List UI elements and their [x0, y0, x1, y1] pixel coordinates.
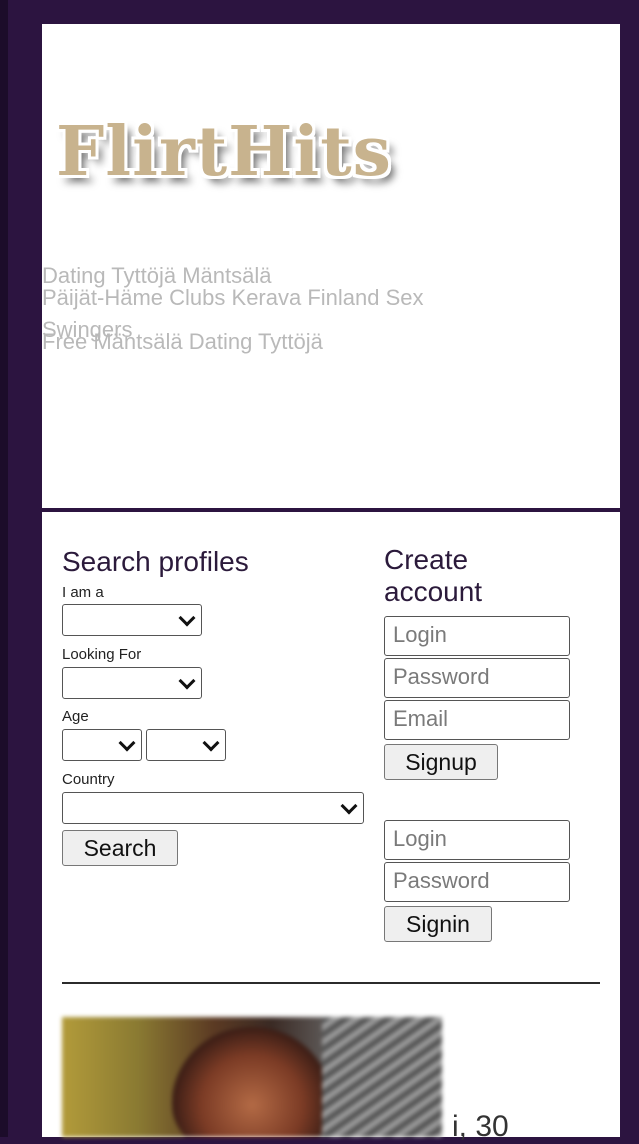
i-am-select[interactable]: [62, 604, 202, 636]
photo-background: [322, 1017, 442, 1137]
page-left-edge: [0, 0, 8, 1137]
profile-face: [172, 1027, 332, 1137]
signin-login-input[interactable]: Login: [384, 820, 570, 860]
i-am-label: I am a: [62, 584, 104, 601]
age-min-select[interactable]: [62, 729, 142, 761]
search-profiles-title: Search profiles: [62, 546, 249, 577]
country-label: Country: [62, 771, 115, 788]
seo-link-4[interactable]: Free Mäntsälä Dating Tyttöjä: [42, 330, 323, 354]
chevron-down-icon: [118, 734, 136, 752]
country-select[interactable]: [62, 792, 364, 824]
signin-password-input[interactable]: Password: [384, 862, 570, 902]
age-max-select[interactable]: [146, 729, 226, 761]
age-label: Age: [62, 708, 89, 725]
site-logo[interactable]: FlirtHits: [56, 112, 392, 192]
chevron-down-icon: [340, 797, 358, 815]
signup-button[interactable]: Signup: [384, 744, 498, 780]
signup-email-input[interactable]: Email: [384, 700, 570, 740]
chevron-down-icon: [178, 609, 196, 627]
site-header: FlirtHits Dating Tyttöjä Mäntsälä Päijät…: [42, 24, 620, 508]
looking-for-label: Looking For: [62, 646, 142, 663]
profile-photo[interactable]: [62, 1017, 442, 1137]
profile-meta: i, 30: [452, 1110, 509, 1143]
seo-link-2[interactable]: Päijät-Häme Clubs Kerava Finland Sex: [42, 286, 424, 310]
signup-password-input[interactable]: Password: [384, 658, 570, 698]
looking-for-select[interactable]: [62, 667, 202, 699]
main-content: Search profiles I am a Looking For Age C…: [42, 512, 620, 1143]
search-button[interactable]: Search: [62, 830, 178, 866]
create-account-title: Create account: [384, 544, 483, 607]
content-divider: [62, 982, 600, 984]
signup-login-input[interactable]: Login: [384, 616, 570, 656]
chevron-down-icon: [178, 672, 196, 690]
signin-button[interactable]: Signin: [384, 906, 492, 942]
chevron-down-icon: [202, 734, 220, 752]
